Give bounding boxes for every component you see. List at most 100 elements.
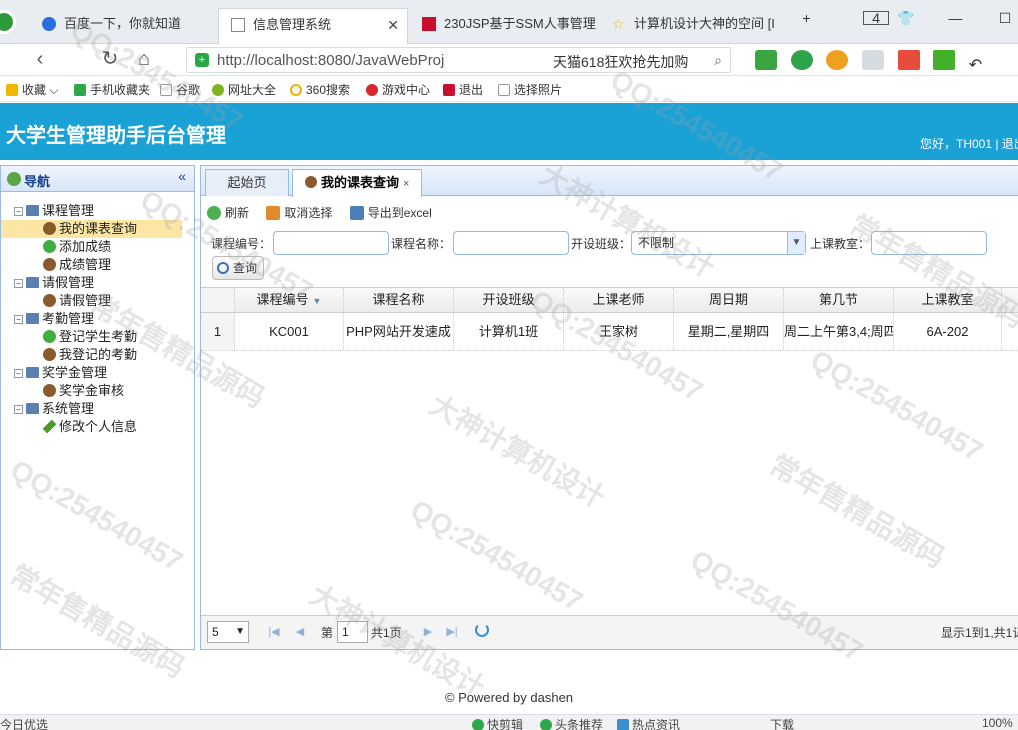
gallery-icon[interactable]	[861, 50, 884, 70]
status-item[interactable]: 快剪辑	[472, 716, 523, 730]
page-size-select[interactable]: 5 ▼	[207, 621, 249, 643]
collapse-toggle-icon[interactable]: −	[14, 405, 23, 414]
coupon-icon[interactable]	[826, 50, 849, 70]
apps-icon[interactable]	[897, 50, 920, 70]
next-page-icon[interactable]: ▶	[421, 625, 435, 639]
status-item[interactable]: 下载	[770, 716, 794, 730]
query-button[interactable]: 查询	[212, 256, 265, 280]
add-icon	[43, 240, 56, 253]
maximize-icon[interactable]: ☐	[992, 10, 1018, 27]
app-header: 大学生管理助手后台管理 您好，TH001 | 退出	[0, 103, 1018, 160]
course-grid: 课程编号 ▼ 课程名称 开设班级 上课老师 周日期 第几节 上课教室 1 KC001 PHP网站开…	[201, 287, 1018, 351]
back-icon[interactable]: ‹	[28, 48, 52, 72]
page-number-input[interactable]: 1	[337, 621, 368, 643]
close-tab-icon[interactable]: ✕	[387, 9, 399, 41]
status-item[interactable]: 热点资讯	[617, 716, 680, 730]
reload-icon[interactable]: ↻	[98, 48, 122, 72]
minimize-icon[interactable]: —	[942, 10, 968, 26]
collapse-icon[interactable]: «	[178, 168, 186, 184]
undo-icon[interactable]: ↶	[969, 57, 991, 77]
status-left[interactable]: 今日优选	[0, 716, 48, 730]
nav-item[interactable]: 添加成绩	[1, 238, 194, 256]
tab-start-page[interactable]: 起始页	[205, 169, 289, 196]
browser-tab-baidu[interactable]: 百度一下，你就知道	[30, 8, 215, 44]
zoom-level[interactable]: 100%	[982, 716, 1013, 730]
bookmark-exit[interactable]: 退出	[443, 81, 483, 98]
collapse-toggle-icon[interactable]: −	[14, 315, 23, 324]
user-greeting[interactable]: 您好，TH001 | 退出	[920, 135, 1018, 152]
window-controls: + 4 👕 — ☐	[774, 10, 1018, 34]
tab-my-schedule[interactable]: 我的课表查询 ×	[292, 169, 423, 197]
browser-tab-label: 百度一下，你就知道	[64, 16, 182, 31]
new-tab-icon[interactable]: +	[794, 10, 820, 26]
bookmark-google[interactable]: 谷歌	[160, 81, 200, 98]
refresh-icon[interactable]	[475, 623, 489, 637]
table-cell: 6A-202	[894, 313, 1002, 350]
chevron-down-icon[interactable]: ▼	[787, 232, 805, 254]
bookmark-photo[interactable]: 选择照片	[498, 81, 562, 98]
column-header[interactable]: 上课老师	[564, 288, 674, 312]
column-header[interactable]: 周日期	[674, 288, 784, 312]
bookmark-360[interactable]: 360搜索	[290, 81, 350, 98]
column-header[interactable]: 开设班级	[454, 288, 564, 312]
bookmark-favorites[interactable]: 收藏 ⌵	[6, 81, 58, 98]
promo-link[interactable]: 天猫618狂欢抢先加购	[553, 52, 688, 72]
browser-tab-ssm[interactable]: 230JSP基于SSM人事管理	[410, 8, 600, 44]
pager-info: 显示1到1,共1记录	[941, 626, 1018, 640]
game-icon	[366, 84, 378, 96]
bookmark-games[interactable]: 游戏中心	[366, 81, 430, 98]
room-input[interactable]	[871, 231, 987, 255]
collapse-toggle-icon[interactable]: −	[14, 279, 23, 288]
course-name-input[interactable]	[453, 231, 569, 255]
refresh-button[interactable]: 刷新	[207, 204, 249, 221]
nav-group[interactable]: − 考勤管理	[1, 310, 194, 328]
nav-item[interactable]: 登记学生考勤	[1, 328, 194, 346]
home-icon[interactable]: ⌂	[132, 48, 156, 72]
battery-icon[interactable]	[933, 50, 956, 70]
nav-group[interactable]: − 奖学金管理	[1, 364, 194, 382]
column-header[interactable]: 上课教室	[894, 288, 1002, 312]
bookmark-hao[interactable]: 网址大全	[212, 81, 276, 98]
course-no-input[interactable]	[273, 231, 389, 255]
export-excel-button[interactable]: 导出到excel	[349, 204, 432, 221]
class-select[interactable]: 不限制 ▼	[631, 231, 806, 255]
close-tab-icon[interactable]: ×	[403, 178, 409, 190]
first-page-icon[interactable]: |◀	[267, 625, 281, 639]
nav-item-label: 登记学生考勤	[59, 329, 138, 344]
nav-group[interactable]: − 系统管理	[1, 400, 194, 418]
nav-item[interactable]: 成绩管理	[1, 256, 194, 274]
nav-item[interactable]: 修改个人信息	[1, 418, 194, 436]
table-cell: KC001	[235, 313, 344, 350]
prev-page-icon[interactable]: ◀	[293, 625, 307, 639]
room-label: 上课教室：	[810, 237, 871, 251]
nav-icon	[7, 172, 21, 186]
row-number-header	[201, 288, 235, 312]
nav-group[interactable]: − 课程管理	[1, 202, 194, 220]
table-row[interactable]: 1 KC001 PHP网站开发速成 计算机1班 王家树 星期二,星期四 周二上午第3,4;周…	[201, 313, 1018, 351]
nav-item[interactable]: 我登记的考勤	[1, 346, 194, 364]
url-field[interactable]: + http://localhost:8080/JavaWebProj 天猫61…	[186, 47, 731, 73]
page-icon	[231, 18, 245, 32]
column-header[interactable]: 课程编号 ▼	[235, 288, 344, 312]
collapse-toggle-icon[interactable]: −	[14, 207, 23, 216]
browser-tab-space[interactable]: ☆ 计算机设计大神的空间 [I	[600, 8, 790, 44]
nav-item[interactable]: 请假管理	[1, 292, 194, 310]
column-header[interactable]: 课程名称	[344, 288, 454, 312]
cancel-selection-button[interactable]: 取消选择	[266, 204, 332, 221]
nav-item[interactable]: 奖学金审核	[1, 382, 194, 400]
browser-tab-active[interactable]: 信息管理系统 ✕	[218, 8, 408, 44]
row-number: 1	[201, 313, 235, 350]
status-item[interactable]: 头条推荐	[540, 716, 603, 730]
bookmark-mobile[interactable]: 手机收藏夹	[74, 81, 150, 98]
nav-group[interactable]: − 请假管理	[1, 274, 194, 292]
translate-icon[interactable]	[790, 50, 813, 70]
nav-item[interactable]: 我的课表查询	[1, 220, 182, 238]
search-icon[interactable]: ⌕	[714, 52, 722, 69]
skin-icon[interactable]: 👕	[893, 10, 919, 27]
grid-header: 课程编号 ▼ 课程名称 开设班级 上课老师 周日期 第几节 上课教室	[201, 287, 1018, 313]
last-page-icon[interactable]: ▶|	[445, 625, 459, 639]
collapse-toggle-icon[interactable]: −	[14, 369, 23, 378]
scissors-icon[interactable]	[755, 50, 777, 70]
tab-count-badge[interactable]: 4	[843, 10, 890, 26]
column-header[interactable]: 第几节	[784, 288, 894, 312]
